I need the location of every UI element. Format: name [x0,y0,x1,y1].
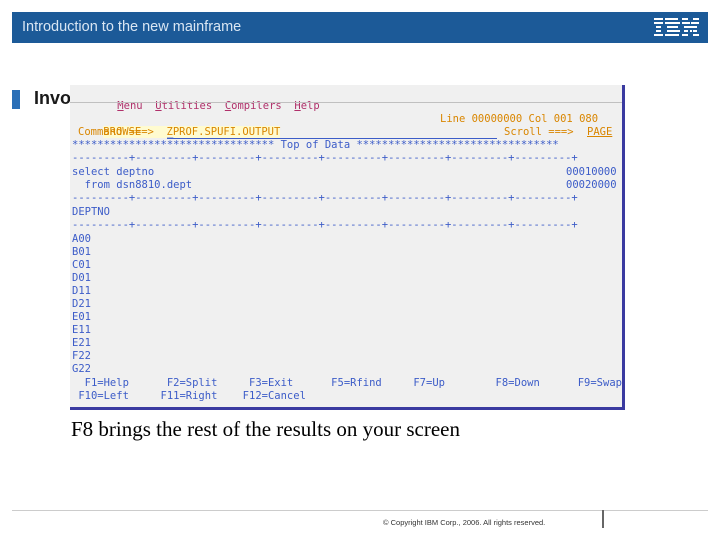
sql-select-seqnum: 00010000 [566,166,617,178]
result-row: F22 [72,350,91,362]
result-row: E01 [72,311,91,323]
pf-keys-line-1[interactable]: F1=Help F2=Split F3=Exit F5=Rfind F7=Up … [72,377,622,390]
ruler-line-3: ---------+---------+---------+---------+… [72,219,578,231]
header-title: Introduction to the new mainframe [22,19,242,35]
sql-from-seqnum: 00020000 [566,179,617,191]
line-col-indicator: Line 00000000 Col 001 080 [440,113,599,125]
top-of-data-marker: ******************************** Top of … [72,139,559,151]
result-row: C01 [72,259,91,271]
scroll-label: Scroll ===> [504,126,580,138]
result-row: D21 [72,298,91,310]
title-accent-bar [12,90,20,109]
result-row: E21 [72,337,91,349]
ruler-line-1: ---------+---------+---------+---------+… [72,152,578,164]
footer-page-divider [602,510,604,528]
sql-select-line: select deptno [72,166,155,178]
result-row: A00 [72,233,91,245]
command-label: Command ===> [78,126,161,138]
result-row: D01 [72,272,91,284]
scroll-amount-field[interactable]: PAGE [587,126,612,139]
column-header-deptno: DEPTNO [72,206,110,218]
browse-title-line: BROWSE ZPROF.SPUFI.OUTPUT [78,113,281,138]
terminal-menu-bar: Menu Utilities Compilers Help [92,87,319,112]
footer-copyright: © Copyright IBM Corp., 2006. All rights … [383,518,546,527]
ruler-line-2: ---------+---------+---------+---------+… [72,192,578,204]
menu-separator [70,102,622,103]
ibm-logo [654,18,699,36]
slide-header: Introduction to the new mainframe [12,12,708,43]
ispf-terminal-window[interactable]: Menu Utilities Compilers Help BROWSE ZPR… [70,85,625,410]
slide-caption: F8 brings the rest of the results on you… [71,417,461,441]
result-row: G22 [72,363,91,375]
sql-from-line: from dsn8810.dept [72,179,193,191]
result-row: D11 [72,285,91,297]
result-row: E11 [72,324,91,336]
result-row: B01 [72,246,91,258]
pf-keys-line-2[interactable]: F10=Left F11=Right F12=Cancel [72,390,306,403]
